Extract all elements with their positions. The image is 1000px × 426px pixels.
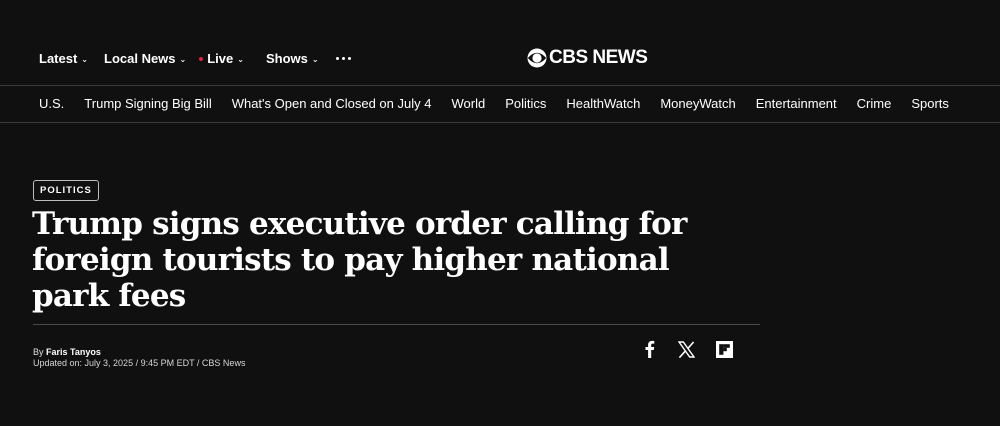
nav-shows-label: Shows	[265, 51, 308, 66]
author-link[interactable]: Faris Tanyos	[46, 347, 101, 357]
section-link[interactable]: Entertainment	[756, 96, 837, 111]
nav-latest[interactable]: Latest ⌄	[39, 51, 88, 66]
chevron-down-icon: ⌄	[311, 54, 319, 64]
top-bar: Latest ⌄ Local News ⌄ Live ⌄ Shows ⌄ CBS…	[0, 0, 1000, 86]
nav-latest-label: Latest	[39, 51, 78, 66]
article-headline: Trump signs executive order calling for …	[32, 206, 687, 314]
section-link[interactable]: What's Open and Closed on July 4	[232, 96, 432, 111]
chevron-down-icon: ⌄	[179, 54, 187, 64]
section-link[interactable]: Politics	[505, 96, 546, 111]
section-link[interactable]: World	[451, 96, 485, 111]
byline-prefix: By	[33, 347, 47, 357]
x-icon[interactable]	[676, 339, 696, 359]
live-dot-icon	[199, 56, 204, 61]
chevron-down-icon: ⌄	[237, 54, 244, 64]
cbs-eye-logo	[527, 48, 547, 68]
nav-local-news[interactable]: Local News ⌄	[104, 51, 186, 66]
more-dots-icon[interactable]	[335, 52, 351, 66]
nav-local-news-label: Local News	[104, 51, 176, 66]
facebook-icon[interactable]	[639, 339, 659, 359]
primary-nav: Latest ⌄ Local News ⌄ Live ⌄ Shows ⌄	[39, 51, 351, 66]
nav-live[interactable]: Live ⌄	[199, 51, 244, 66]
section-link[interactable]: HealthWatch	[566, 96, 640, 111]
brand-name: CBS NEWS	[549, 47, 648, 68]
nav-live-label: Live	[207, 51, 234, 66]
category-tag[interactable]: POLITICS	[33, 180, 99, 201]
section-nav: U.S. Trump Signing Big Bill What's Open …	[0, 86, 1000, 123]
updated-timestamp: Updated on: July 3, 2025 / 9:45 PM EDT /…	[33, 358, 246, 368]
nav-shows[interactable]: Shows ⌄	[266, 51, 319, 66]
section-link[interactable]: U.S.	[39, 96, 64, 111]
divider	[33, 324, 760, 325]
flipboard-icon[interactable]	[714, 339, 734, 359]
cbs-news-logo[interactable]: CBS NEWS	[527, 47, 648, 69]
section-link[interactable]: Trump Signing Big Bill	[84, 96, 211, 111]
section-link[interactable]: MoneyWatch	[660, 96, 735, 111]
byline: By Faris Tanyos	[33, 347, 101, 357]
section-link[interactable]: Sports	[911, 96, 949, 111]
chevron-down-icon: ⌄	[81, 54, 88, 64]
section-link[interactable]: Crime	[857, 96, 892, 111]
